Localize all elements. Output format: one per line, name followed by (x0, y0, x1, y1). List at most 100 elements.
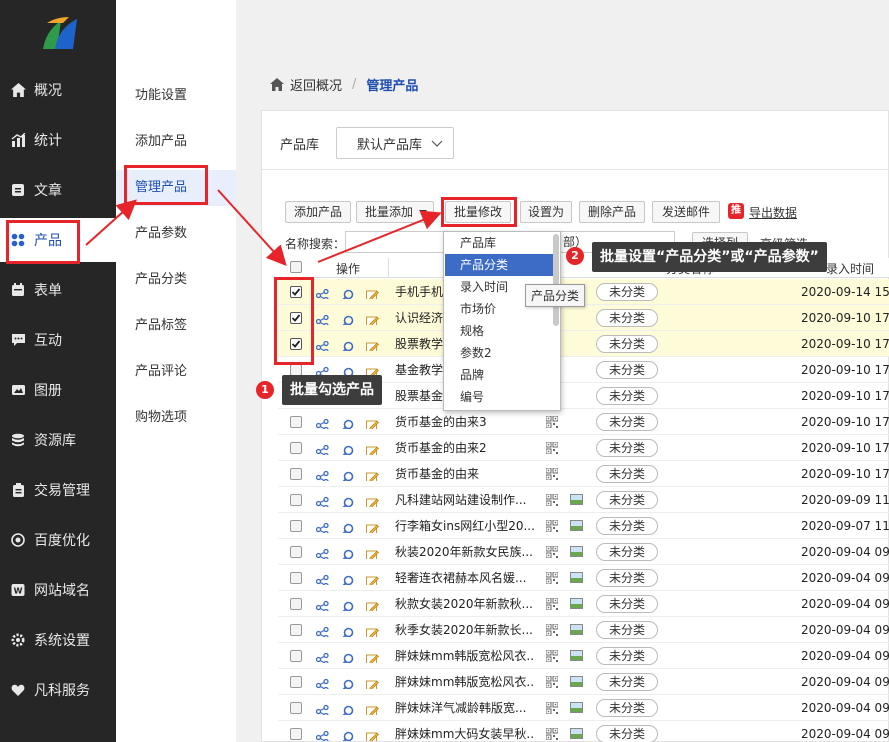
qrcode-icon[interactable] (545, 441, 559, 455)
edit-icon[interactable] (366, 727, 379, 741)
select-all-checkbox[interactable] (290, 261, 302, 273)
search-icon[interactable] (341, 701, 354, 715)
image-icon[interactable] (570, 494, 583, 505)
qrcode-icon[interactable] (545, 545, 559, 559)
search-icon[interactable] (341, 493, 354, 507)
subnav-item-2[interactable]: 管理产品 (116, 170, 236, 206)
table-row[interactable]: 行李箱女ins网红小型20... 未分类 2020-09-07 11: (278, 513, 889, 539)
nav-item-12[interactable]: 凡科服务 (0, 668, 116, 712)
back-link[interactable]: 返回概况 (290, 75, 342, 94)
qrcode-icon[interactable] (545, 623, 559, 637)
search-icon[interactable] (341, 285, 354, 299)
row-checkbox[interactable] (290, 702, 302, 714)
search-icon[interactable] (341, 675, 354, 689)
row-checkbox[interactable] (290, 572, 302, 584)
share-icon[interactable] (316, 571, 329, 585)
table-row[interactable]: 认识经济 未分类 2020-09-10 17: (278, 305, 889, 331)
subnav-item-0[interactable]: 功能设置 (116, 78, 236, 114)
product-name[interactable]: 胖妹妹mm韩版宽松风衣... (395, 669, 535, 695)
qrcode-icon[interactable] (545, 493, 559, 507)
qrcode-icon[interactable] (545, 571, 559, 585)
edit-icon[interactable] (366, 623, 379, 637)
nav-item-5[interactable]: 互动 (0, 318, 116, 362)
image-icon[interactable] (570, 546, 583, 557)
row-checkbox[interactable] (290, 338, 302, 350)
table-row[interactable]: 股票教学 未分类 2020-09-10 17: (278, 331, 889, 357)
share-icon[interactable] (316, 493, 329, 507)
share-icon[interactable] (316, 545, 329, 559)
dropdown-item-7[interactable]: 编号 (445, 386, 553, 408)
logo[interactable] (0, 0, 116, 66)
row-checkbox[interactable] (290, 546, 302, 558)
table-row[interactable]: 秋装2020年新款女民族... 未分类 2020-09-04 09: (278, 539, 889, 565)
search-icon[interactable] (341, 727, 354, 741)
subnav-item-7[interactable]: 购物选项 (116, 400, 236, 436)
row-checkbox[interactable] (290, 728, 302, 740)
search-icon[interactable] (341, 337, 354, 351)
subnav-item-6[interactable]: 产品评论 (116, 354, 236, 390)
nav-item-1[interactable]: 统计 (0, 118, 116, 162)
product-name[interactable]: 秋季女装2020年新款长... (395, 617, 535, 643)
dropdown-item-6[interactable]: 品牌 (445, 364, 553, 386)
table-row[interactable]: 胖妹妹mm韩版宽松风衣... 未分类 2020-09-04 09: (278, 669, 889, 695)
table-row[interactable]: 胖妹妹mm韩版宽松风衣... 未分类 2020-09-04 09: (278, 643, 889, 669)
nav-item-3[interactable]: 产品 (0, 218, 116, 262)
search-icon[interactable] (341, 649, 354, 663)
row-checkbox[interactable] (290, 442, 302, 454)
edit-icon[interactable] (366, 519, 379, 533)
nav-item-0[interactable]: 概况 (0, 68, 116, 112)
subnav-item-3[interactable]: 产品参数 (116, 216, 236, 252)
search-icon[interactable] (341, 623, 354, 637)
edit-icon[interactable] (366, 441, 379, 455)
image-icon[interactable] (570, 650, 583, 661)
table-row[interactable]: 秋款女装2020年新款秋... 未分类 2020-09-04 09: (278, 591, 889, 617)
table-row[interactable]: 货币基金的由来2 未分类 2020-09-10 17: (278, 435, 889, 461)
product-name[interactable]: 货币基金的由来3 (395, 409, 535, 435)
nav-item-10[interactable]: W 网站域名 (0, 568, 116, 612)
edit-icon[interactable] (366, 701, 379, 715)
nav-item-11[interactable]: 系统设置 (0, 618, 116, 662)
share-icon[interactable] (316, 285, 329, 299)
dropdown-item-5[interactable]: 参数2 (445, 342, 553, 364)
product-name[interactable]: 秋款女装2020年新款秋... (395, 591, 535, 617)
share-icon[interactable] (316, 467, 329, 481)
nav-item-9[interactable]: 百度优化 (0, 518, 116, 562)
set-as-button[interactable]: 设置为 (520, 201, 572, 223)
share-icon[interactable] (316, 415, 329, 429)
image-icon[interactable] (570, 598, 583, 609)
image-icon[interactable] (570, 728, 583, 739)
product-name[interactable]: 货币基金的由来2 (395, 435, 535, 461)
search-icon[interactable] (341, 519, 354, 533)
dropdown-scrollbar[interactable] (553, 234, 559, 326)
share-icon[interactable] (316, 519, 329, 533)
table-row[interactable]: 货币基金的由来 未分类 2020-09-10 17: (278, 461, 889, 487)
add-product-button[interactable]: 添加产品 (285, 201, 351, 223)
table-row[interactable]: 胖妹妹mm大码女装早秋... 未分类 2020-09-04 09: (278, 721, 889, 742)
nav-item-7[interactable]: 资源库 (0, 418, 116, 462)
dropdown-item-0[interactable]: 产品库 (445, 232, 553, 254)
share-icon[interactable] (316, 675, 329, 689)
search-icon[interactable] (341, 597, 354, 611)
edit-icon[interactable] (366, 285, 379, 299)
qrcode-icon[interactable] (545, 649, 559, 663)
row-checkbox[interactable] (290, 598, 302, 610)
share-icon[interactable] (316, 311, 329, 325)
row-checkbox[interactable] (290, 624, 302, 636)
dropdown-item-4[interactable]: 规格 (445, 320, 553, 342)
search-icon[interactable] (341, 571, 354, 585)
product-name[interactable]: 行李箱女ins网红小型20... (395, 513, 535, 539)
qrcode-icon[interactable] (545, 467, 559, 481)
edit-icon[interactable] (366, 337, 379, 351)
product-name[interactable]: 胖妹妹洋气减龄韩版宽... (395, 695, 535, 721)
image-icon[interactable] (570, 624, 583, 635)
share-icon[interactable] (316, 597, 329, 611)
image-icon[interactable] (570, 702, 583, 713)
row-checkbox[interactable] (290, 286, 302, 298)
row-checkbox[interactable] (290, 494, 302, 506)
edit-icon[interactable] (366, 571, 379, 585)
share-icon[interactable] (316, 649, 329, 663)
library-select[interactable]: 默认产品库 (336, 127, 454, 159)
dropdown-item-1[interactable]: 产品分类 (445, 254, 553, 276)
search-icon[interactable] (341, 311, 354, 325)
product-name[interactable]: 秋装2020年新款女民族... (395, 539, 535, 565)
